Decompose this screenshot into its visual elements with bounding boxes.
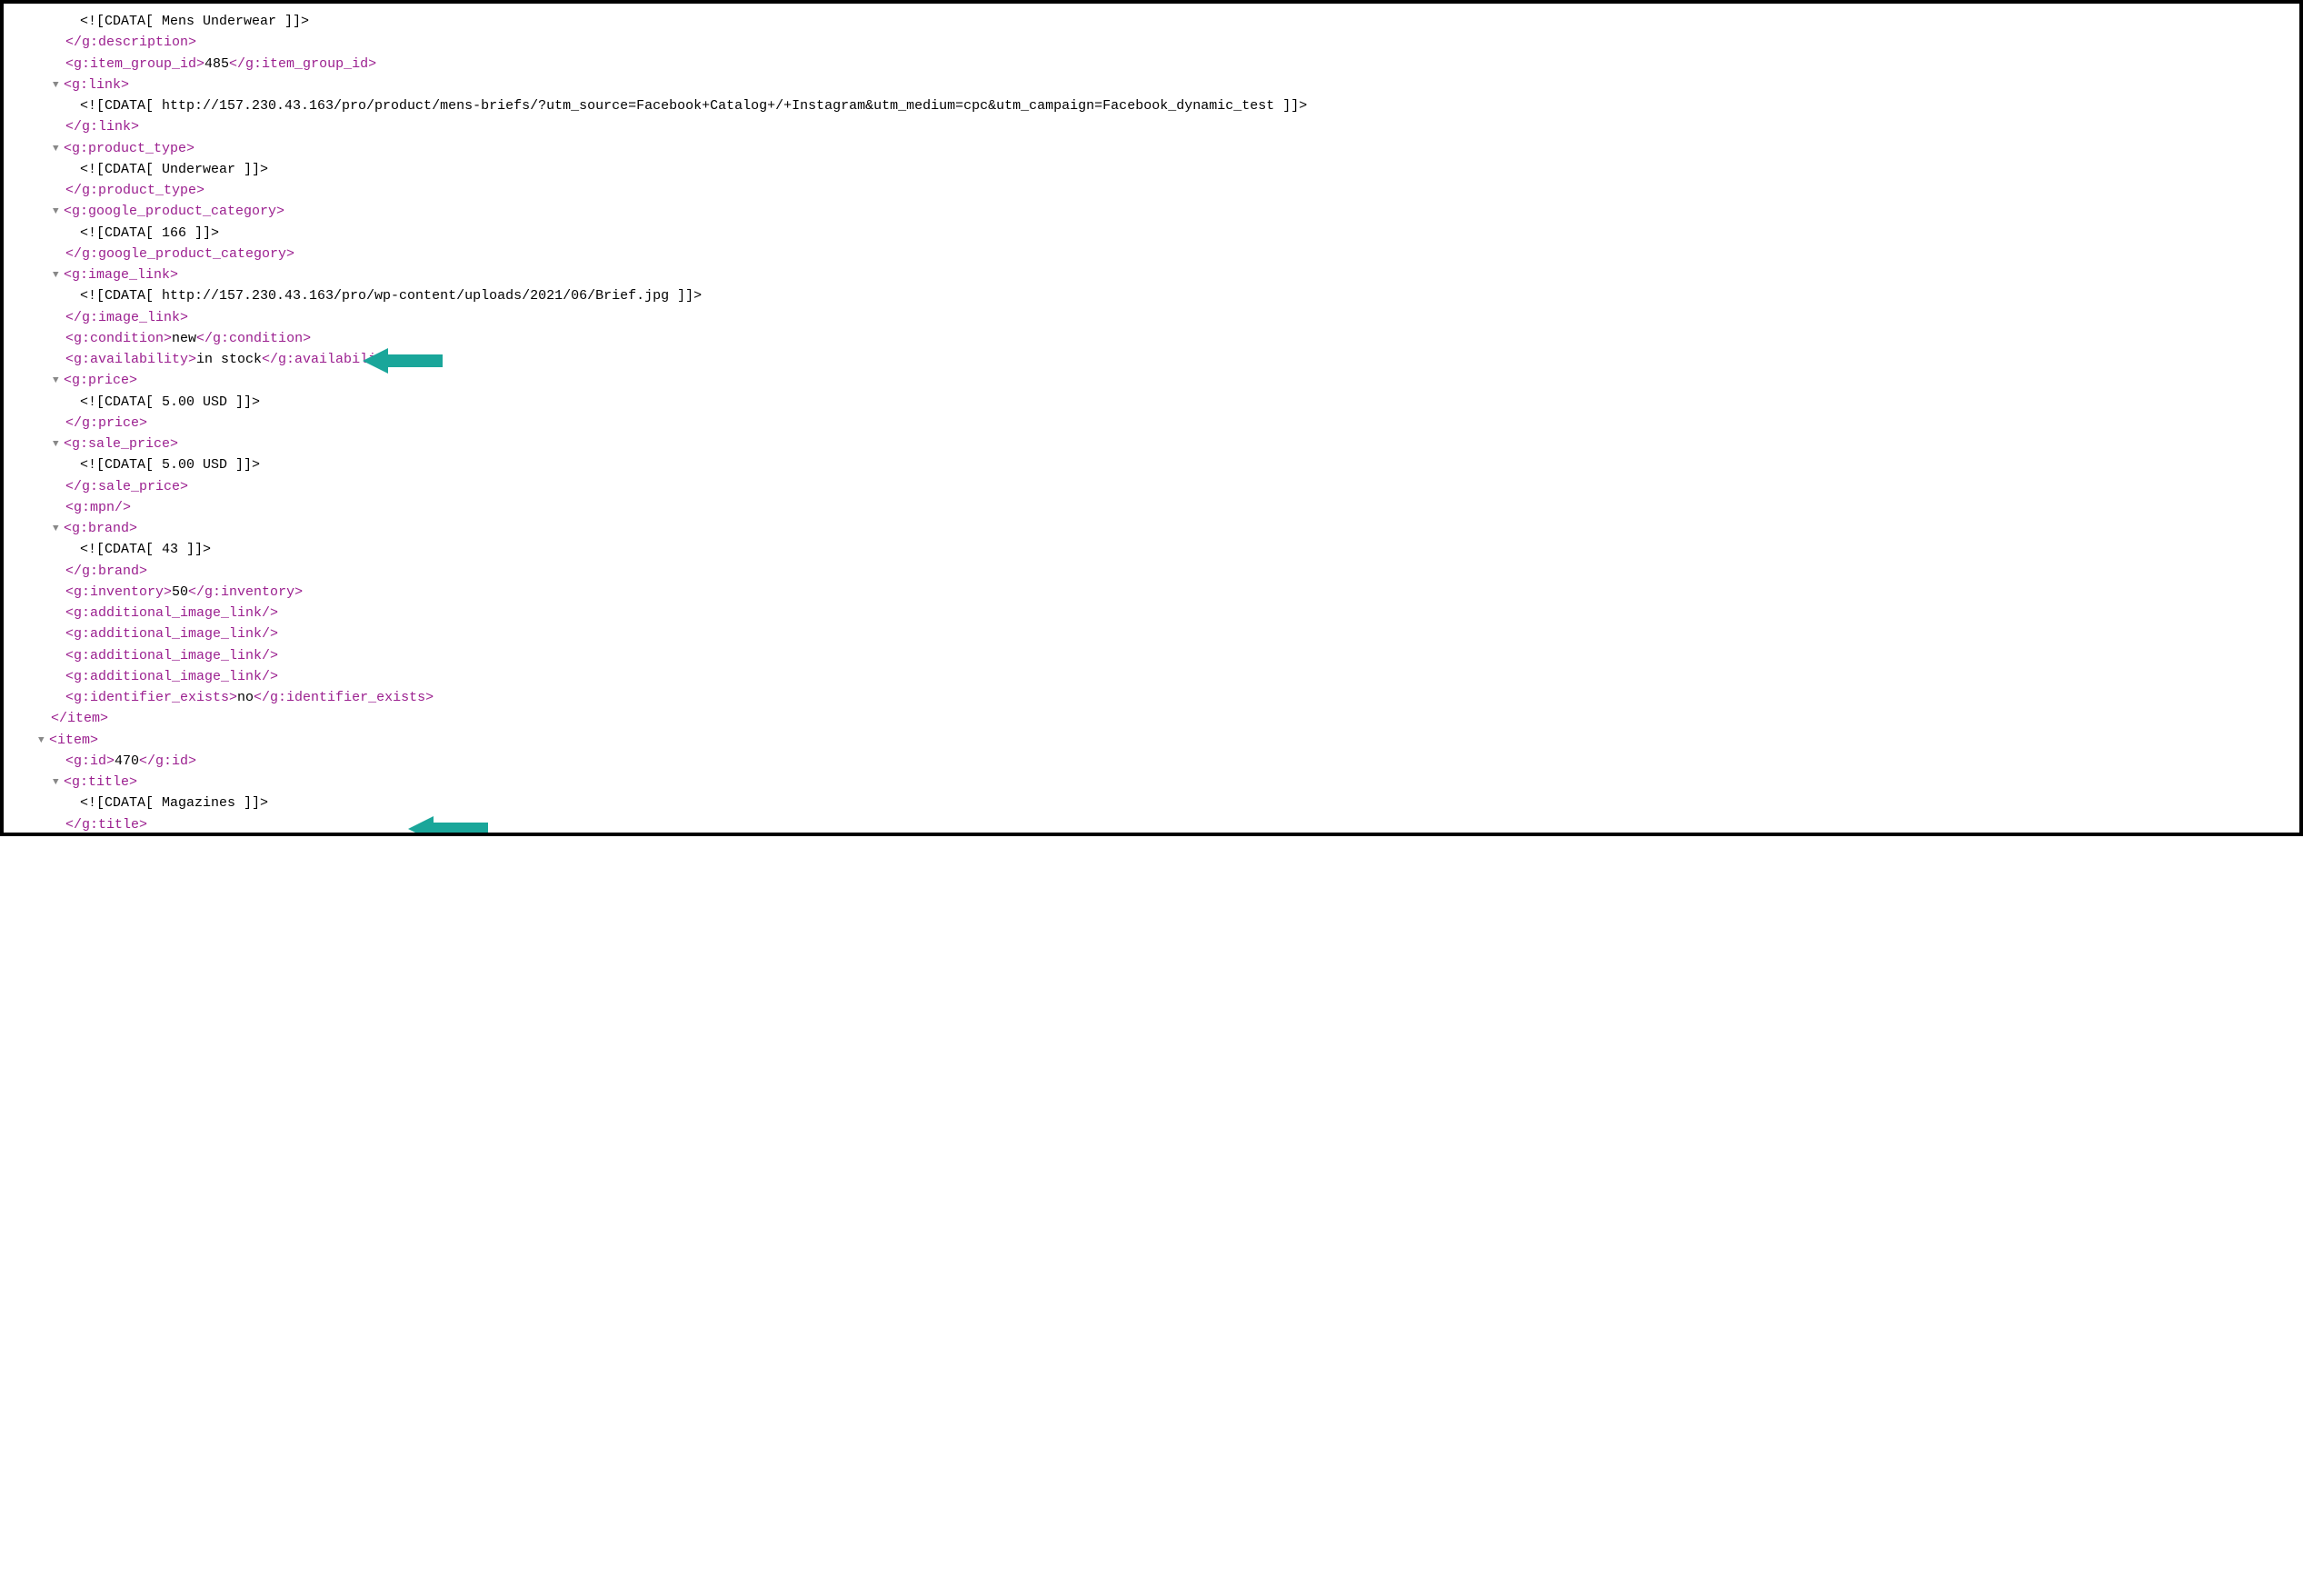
availability-open: <g:availability> xyxy=(65,352,196,367)
image-link-open: <g:image_link> xyxy=(64,267,178,283)
link-close: </g:link> xyxy=(65,119,139,135)
additional-image-link: <g:additional_image_link/> xyxy=(65,626,278,642)
inventory-close: </g:inventory> xyxy=(188,584,303,600)
disclosure-triangle-icon[interactable]: ▼ xyxy=(53,522,64,537)
cdata-text: <![CDATA[ Mens Underwear ]]> xyxy=(80,14,309,29)
price-open: <g:price> xyxy=(64,373,137,388)
item-close: </item> xyxy=(51,711,108,726)
cdata-text: <![CDATA[ 5.00 USD ]]> xyxy=(80,394,260,410)
inventory-value: 50 xyxy=(172,584,188,600)
description-close: </g:description> xyxy=(65,35,196,50)
condition-open: <g:condition> xyxy=(65,331,172,346)
cdata-text: <![CDATA[ http://157.230.43.163/pro/prod… xyxy=(80,98,1307,114)
item-open: <item> xyxy=(49,733,98,748)
brand-open: <g:brand> xyxy=(64,521,137,536)
item-group-id-open: <g:item_group_id> xyxy=(65,56,204,72)
cdata-text: <![CDATA[ Magazines ]]> xyxy=(80,795,268,811)
disclosure-triangle-icon[interactable]: ▼ xyxy=(53,775,64,791)
disclosure-triangle-icon[interactable]: ▼ xyxy=(53,268,64,284)
identifier-exists-close: </g:identifier_exists> xyxy=(254,690,434,705)
disclosure-triangle-icon[interactable]: ▼ xyxy=(38,733,49,749)
sale-price-close: </g:sale_price> xyxy=(65,479,188,494)
id-close: </g:id> xyxy=(139,753,196,769)
xml-viewer: <![CDATA[ Mens Underwear ]]> </g:descrip… xyxy=(0,0,2303,836)
identifier-exists-value: no xyxy=(237,690,254,705)
title-open: <g:title> xyxy=(64,774,137,790)
disclosure-triangle-icon[interactable]: ▼ xyxy=(53,204,64,220)
product-type-open: <g:product_type> xyxy=(64,141,194,156)
price-close: </g:price> xyxy=(65,415,147,431)
link-open: <g:link> xyxy=(64,77,129,93)
google-category-close: </g:google_product_category> xyxy=(65,246,294,262)
disclosure-triangle-icon[interactable]: ▼ xyxy=(53,142,64,157)
brand-close: </g:brand> xyxy=(65,564,147,579)
id-value: 470 xyxy=(115,753,139,769)
condition-close: </g:condition> xyxy=(196,331,311,346)
cdata-text: <![CDATA[ http://157.230.43.163/pro/wp-c… xyxy=(80,288,702,304)
inventory-open: <g:inventory> xyxy=(65,584,172,600)
cdata-text: <![CDATA[ 5.00 USD ]]> xyxy=(80,457,260,473)
cdata-text: <![CDATA[ 43 ]]> xyxy=(80,542,211,557)
title-close: </g:title> xyxy=(65,817,147,833)
id-open: <g:id> xyxy=(65,753,115,769)
cdata-text: <![CDATA[ Underwear ]]> xyxy=(80,162,268,177)
additional-image-link: <g:additional_image_link/> xyxy=(65,669,278,684)
identifier-exists-open: <g:identifier_exists> xyxy=(65,690,237,705)
mpn-tag: <g:mpn/> xyxy=(65,500,131,515)
disclosure-triangle-icon[interactable]: ▼ xyxy=(53,437,64,453)
availability-close: </g:availability> xyxy=(262,352,401,367)
item-group-id-value: 485 xyxy=(204,56,229,72)
additional-image-link: <g:additional_image_link/> xyxy=(65,648,278,663)
google-category-open: <g:google_product_category> xyxy=(64,204,284,219)
image-link-close: </g:image_link> xyxy=(65,310,188,325)
condition-value: new xyxy=(172,331,196,346)
cdata-text: <![CDATA[ 166 ]]> xyxy=(80,225,219,241)
disclosure-triangle-icon[interactable]: ▼ xyxy=(53,78,64,94)
availability-value: in stock xyxy=(196,352,262,367)
additional-image-link: <g:additional_image_link/> xyxy=(65,605,278,621)
sale-price-open: <g:sale_price> xyxy=(64,436,178,452)
product-type-close: </g:product_type> xyxy=(65,183,204,198)
item-group-id-close: </g:item_group_id> xyxy=(229,56,376,72)
disclosure-triangle-icon[interactable]: ▼ xyxy=(53,374,64,389)
